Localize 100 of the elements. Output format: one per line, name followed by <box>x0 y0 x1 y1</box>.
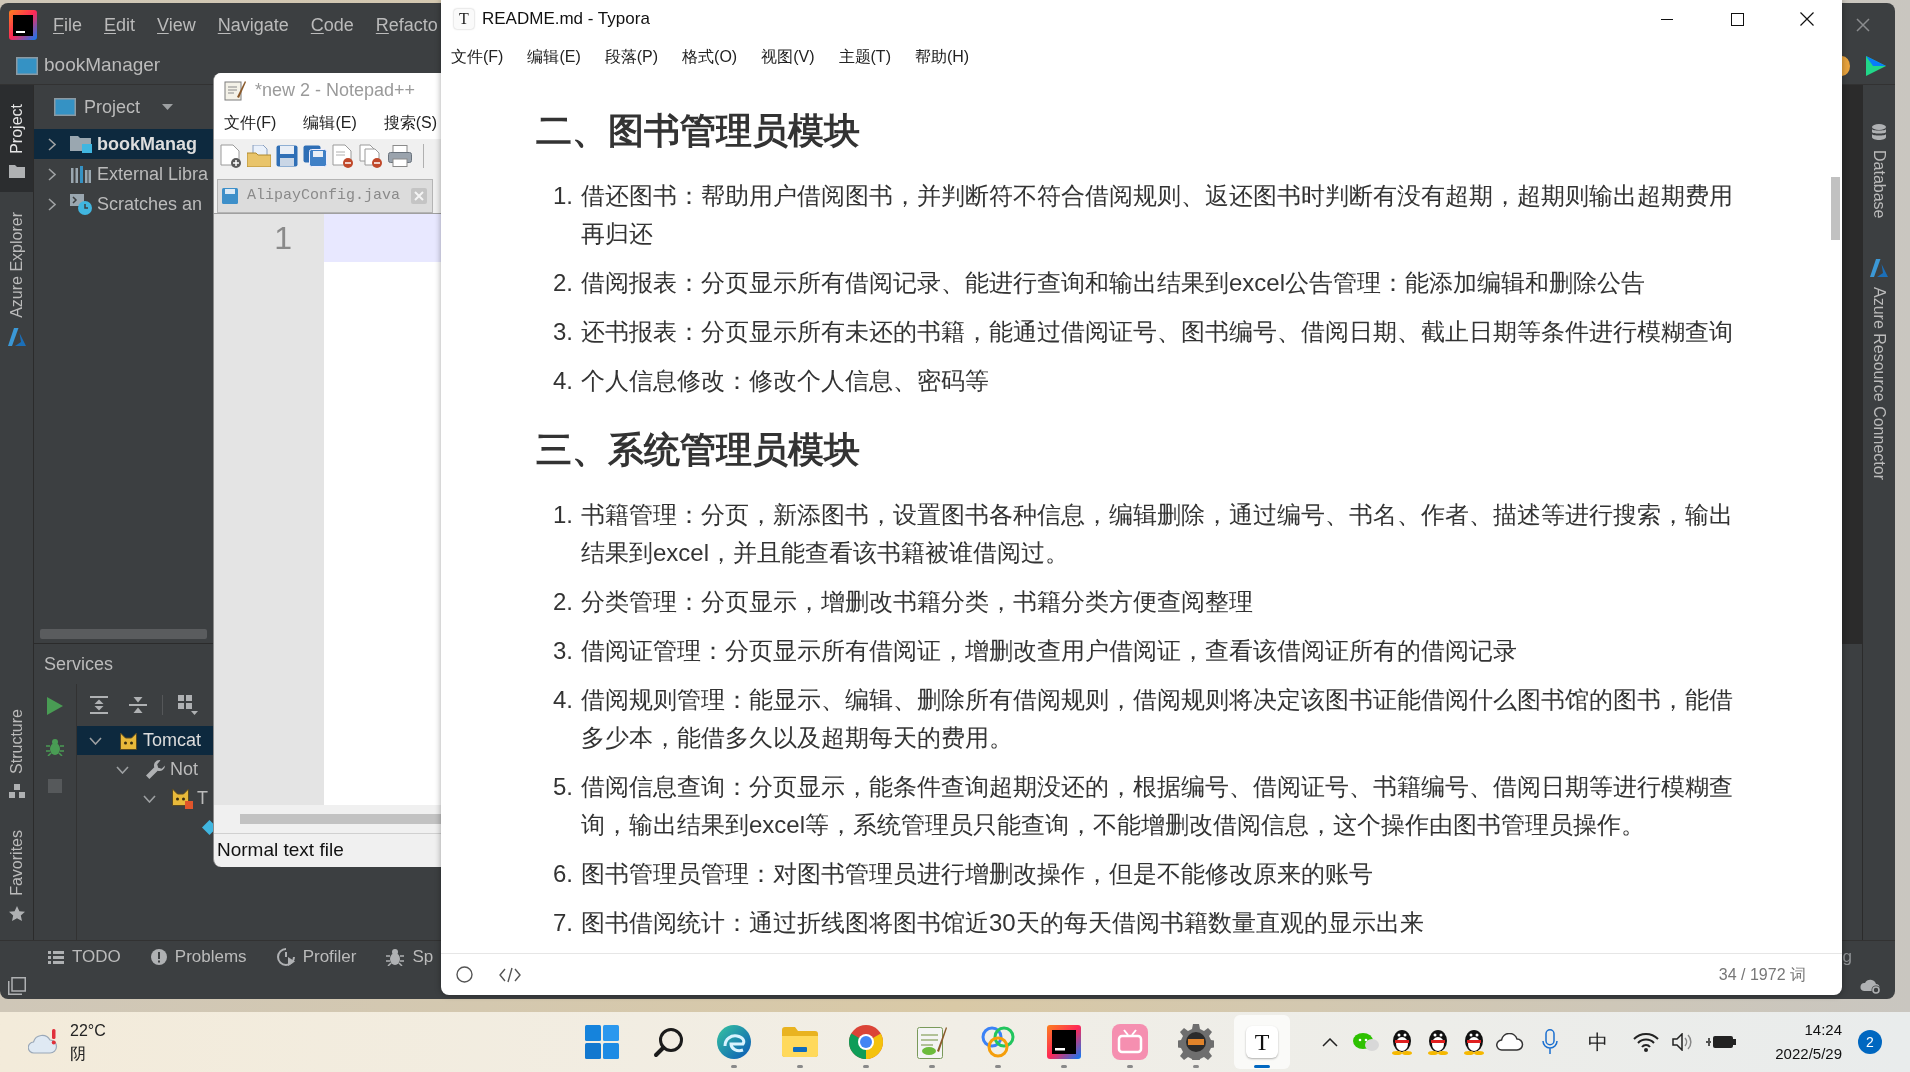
chevron-down-icon[interactable] <box>88 736 102 745</box>
list-number: 6. <box>552 859 573 889</box>
collapse-all-icon[interactable] <box>129 696 147 714</box>
folder-icon <box>782 1027 818 1057</box>
list-item-text: 借阅报表：分页显示所有借阅记录、能进行查询和输出结果到excel公告管理：能添加编辑和删除公告 <box>581 268 1647 298</box>
tool-window-tab[interactable]: Structure <box>0 699 33 815</box>
print-icon[interactable] <box>388 145 412 167</box>
list-number: 2. <box>552 587 573 617</box>
source-mode-button[interactable] <box>499 966 521 983</box>
scrollbar-thumb[interactable] <box>1831 177 1840 240</box>
panel-title: Services <box>44 652 114 676</box>
menu-item[interactable]: 帮助(H) <box>914 44 970 69</box>
tree-item[interactable]: Tomcat <box>77 726 213 755</box>
menu-item[interactable]: Code <box>310 14 354 36</box>
list-icon <box>48 950 64 964</box>
list-number: 7. <box>552 908 573 938</box>
save-icon[interactable] <box>276 145 298 167</box>
scrollbar-thumb[interactable] <box>240 814 441 824</box>
menu-item[interactable]: 编辑(E) <box>303 111 357 135</box>
play-logo-icon[interactable] <box>1866 55 1886 76</box>
maximize-icon <box>1730 12 1744 26</box>
input-method-indicator[interactable]: 中 <box>1572 1027 1624 1057</box>
linked-rings-icon <box>980 1025 1016 1059</box>
taskbar-app-button[interactable]: T <box>1234 1015 1290 1069</box>
tool-window-tab[interactable]: Azure Resource Connector <box>1869 258 1889 480</box>
menu-item[interactable]: 段落(P) <box>604 44 659 69</box>
menu-item[interactable]: Refacto <box>375 14 438 36</box>
tree-item[interactable]: Scratches an <box>34 189 213 219</box>
list-number: 3. <box>552 636 573 666</box>
chevron-right-icon[interactable] <box>48 167 56 181</box>
close-all-icon[interactable] <box>359 144 383 168</box>
menu-item[interactable]: 视图(V) <box>761 44 815 69</box>
tool-window-tab[interactable]: Azure Explorer <box>0 191 33 356</box>
tool-window-tab[interactable]: Profiler <box>276 944 357 970</box>
breadcrumb[interactable]: bookManager <box>44 51 161 80</box>
menu-item[interactable]: File <box>53 14 82 36</box>
menu-item[interactable]: Navigate <box>217 14 289 36</box>
bars-icon <box>71 165 91 183</box>
caret-icon[interactable] <box>162 104 174 110</box>
cloud-alert-icon <box>28 1029 58 1055</box>
list-number: 5. <box>552 772 573 802</box>
close-icon <box>1800 12 1814 26</box>
expand-all-icon[interactable] <box>90 696 108 714</box>
menu-item[interactable]: 主题(T) <box>838 44 891 69</box>
tree-item[interactable]: bookManag <box>34 129 213 159</box>
menu-item[interactable]: 格式(O) <box>682 44 738 69</box>
floppy-icon <box>222 188 238 204</box>
list-number: 1. <box>552 181 573 211</box>
notification-badge[interactable]: 2 <box>1858 1030 1882 1054</box>
tree-item[interactable]: T <box>77 784 213 813</box>
tree-item[interactable]: Not <box>77 755 213 784</box>
cat-head-icon <box>171 788 193 809</box>
bug-icon[interactable] <box>46 738 64 756</box>
scrollbar-thumb[interactable] <box>40 629 207 639</box>
bug-icon <box>386 948 405 966</box>
menu-item[interactable]: 搜索(S) <box>383 111 438 135</box>
tool-window-tab[interactable]: Favorites <box>0 814 33 940</box>
list-item-text: 借还图书：帮助用户借阅图书，并判断符不符合借阅规则、返还图书时判断有没有超期，超期则输出超期费用再归还 <box>581 181 1734 249</box>
menu-item[interactable]: Edit <box>104 14 136 36</box>
folder-icon <box>70 135 92 153</box>
window-title: *new 2 - Notepad++ <box>255 78 416 102</box>
sidebar-toggle-button[interactable] <box>456 966 473 983</box>
chevron-down-icon[interactable] <box>115 765 129 774</box>
weather-temperature[interactable]: 22°C <box>70 1019 106 1042</box>
tool-window-tab[interactable]: Sp <box>386 944 434 970</box>
squares-icon[interactable] <box>8 977 26 995</box>
chevron-down-icon[interactable] <box>142 794 156 803</box>
menu-item[interactable]: 文件(F) <box>224 111 277 135</box>
penguin-icon <box>1427 1029 1449 1055</box>
notepad-icon <box>224 79 246 101</box>
list-item-text: 借阅证管理：分页显示所有借阅证，增删改查用户借阅证，查看该借阅证所有的借阅记录 <box>581 636 1518 666</box>
close-file-icon[interactable] <box>332 144 354 168</box>
penguin-icon <box>1463 1029 1485 1055</box>
clock-date[interactable]: 2022/5/29 <box>1775 1042 1842 1066</box>
menu-item[interactable]: 文件(F) <box>451 44 504 69</box>
weather-condition[interactable]: 阴 <box>70 1042 106 1065</box>
penguin-icon <box>1391 1029 1413 1055</box>
chevron-right-icon[interactable] <box>48 197 56 211</box>
cloud-gear-icon[interactable] <box>1860 977 1882 995</box>
new-file-icon[interactable] <box>220 144 242 168</box>
triangle-logo-icon <box>7 327 26 346</box>
chevron-right-icon[interactable] <box>48 137 56 151</box>
tool-window-tab[interactable]: Project <box>0 85 33 192</box>
clock-time[interactable]: 14:24 <box>1804 1018 1842 1042</box>
microphone-icon <box>1542 1029 1558 1055</box>
module-icon <box>54 98 76 116</box>
menu-item[interactable]: 编辑(E) <box>527 44 581 69</box>
word-count[interactable]: 34 / 1972 词 <box>1718 962 1806 987</box>
tree-item[interactable]: External Libra <box>34 159 213 189</box>
tool-window-tab[interactable]: g <box>1842 944 1852 970</box>
panel-title[interactable]: Project <box>84 93 141 121</box>
tool-window-tab[interactable]: Database <box>1869 124 1889 219</box>
play-icon[interactable] <box>47 697 63 715</box>
tool-window-tab[interactable]: TODO <box>48 944 121 970</box>
grid-icon[interactable] <box>178 695 198 715</box>
tool-window-tab[interactable]: Problems <box>150 944 247 970</box>
menu-item[interactable]: View <box>157 14 196 36</box>
list-item-text: 借阅规则管理：能显示、编辑、删除所有借阅规则，借阅规则将决定该图书证能借阅什么图书馆的图书，能借多少本，能借多久以及超期每天的费用。 <box>581 685 1734 753</box>
save-all-icon[interactable] <box>303 145 327 167</box>
database-icon <box>1872 124 1886 140</box>
